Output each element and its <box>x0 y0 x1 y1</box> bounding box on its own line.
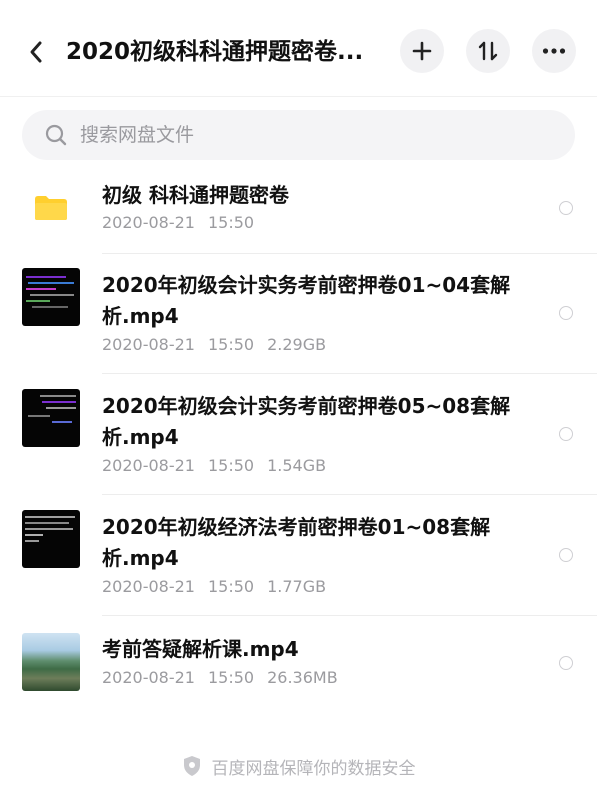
plus-icon <box>412 41 432 61</box>
select-radio[interactable] <box>559 306 573 320</box>
file-name: 2020年初级会计实务考前密押卷05~08套解析.mp4 <box>102 394 511 449</box>
sort-button[interactable] <box>466 29 510 73</box>
landscape-thumbnail <box>22 633 80 691</box>
security-footer: 百度网盘保障你的数据安全 <box>0 752 597 780</box>
page-title: 2020初级科科通押题密卷... <box>66 39 364 65</box>
back-chevron-icon <box>30 41 42 63</box>
row-divider <box>102 373 597 374</box>
sort-icon <box>478 41 498 61</box>
file-meta: 2020-08-21 15:50 2.29GB <box>102 334 339 356</box>
video-thumbnail <box>22 510 80 568</box>
select-radio[interactable] <box>559 548 573 562</box>
search-bar[interactable] <box>22 110 575 160</box>
file-time: 15:50 <box>207 335 255 354</box>
video-thumbnail <box>22 389 80 447</box>
file-row-video[interactable]: 考前答疑解析课.mp4 2020-08-21 15:50 26.36MB <box>0 617 597 707</box>
file-date: 2020-08-21 <box>102 456 195 475</box>
file-date: 2020-08-21 <box>102 577 195 596</box>
file-size: 26.36MB <box>267 668 338 687</box>
file-time: 15:50 <box>207 577 255 596</box>
file-row-video[interactable]: 2020年初级经济法考前密押卷01~08套解析.mp4 2020-08-21 15… <box>0 496 597 616</box>
file-time: 15:50 <box>207 456 255 475</box>
file-meta: 2020-08-21 15:50 <box>102 212 267 234</box>
back-button[interactable] <box>22 36 50 68</box>
select-radio[interactable] <box>559 201 573 215</box>
select-radio[interactable] <box>559 427 573 441</box>
file-meta: 2020-08-21 15:50 1.54GB <box>102 455 339 477</box>
file-date: 2020-08-21 <box>102 335 195 354</box>
file-row-folder[interactable]: 初级 科科通押题密卷 2020-08-21 15:50 <box>0 170 597 254</box>
folder-icon <box>35 196 67 220</box>
file-time: 15:50 <box>207 213 255 232</box>
video-thumbnail <box>22 268 80 326</box>
file-name: 初级 科科通押题密卷 <box>102 183 289 207</box>
search-icon <box>45 124 67 146</box>
add-button[interactable] <box>400 29 444 73</box>
file-meta: 2020-08-21 15:50 1.77GB <box>102 576 339 598</box>
file-row-video[interactable]: 2020年初级会计实务考前密押卷05~08套解析.mp4 2020-08-21 1… <box>0 375 597 495</box>
file-date: 2020-08-21 <box>102 213 195 232</box>
more-dots-icon <box>542 48 566 54</box>
select-radio[interactable] <box>559 656 573 670</box>
file-meta: 2020-08-21 15:50 26.36MB <box>102 667 351 689</box>
file-row-video[interactable]: 2020年初级会计实务考前密押卷01~04套解析.mp4 2020-08-21 1… <box>0 254 597 374</box>
search-input[interactable] <box>80 110 540 160</box>
file-size: 2.29GB <box>267 335 327 354</box>
footer-text: 百度网盘保障你的数据安全 <box>211 758 416 779</box>
row-divider <box>102 615 597 616</box>
shield-icon <box>182 755 202 777</box>
file-size: 1.77GB <box>267 577 327 596</box>
header-bar: 2020初级科科通押题密卷... <box>0 0 597 97</box>
file-name: 考前答疑解析课.mp4 <box>102 637 299 661</box>
file-size: 1.54GB <box>267 456 327 475</box>
file-name: 2020年初级经济法考前密押卷01~08套解析.mp4 <box>102 515 491 570</box>
file-date: 2020-08-21 <box>102 668 195 687</box>
file-name: 2020年初级会计实务考前密押卷01~04套解析.mp4 <box>102 273 511 328</box>
file-time: 15:50 <box>207 668 255 687</box>
row-divider <box>102 494 597 495</box>
more-button[interactable] <box>532 29 576 73</box>
